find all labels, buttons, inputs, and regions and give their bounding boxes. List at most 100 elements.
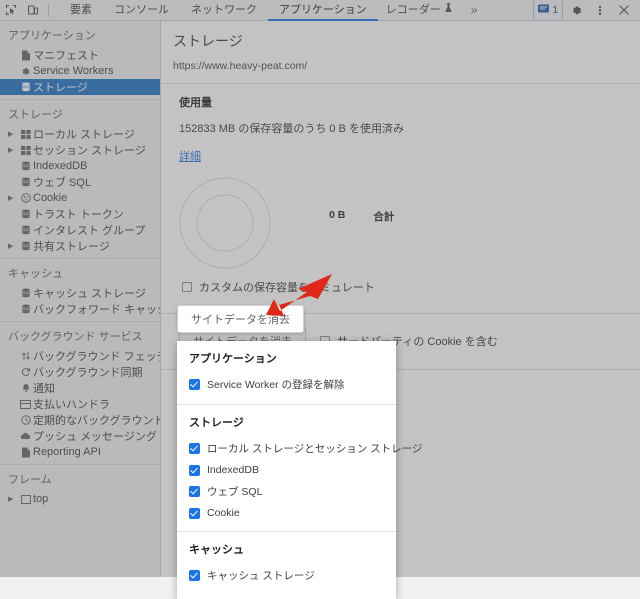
sidebar-item-top-frame[interactable]: ▶ top: [0, 491, 160, 507]
database-icon: [18, 161, 33, 171]
sidebar-item-service-workers[interactable]: Service Workers: [0, 63, 160, 79]
sidebar-item-push-messaging[interactable]: プッシュ メッセージング: [0, 428, 160, 444]
sidebar-item-label: Service Workers: [33, 65, 114, 77]
dropdown-item-cache-storage[interactable]: キャッシュ ストレージ: [177, 564, 396, 587]
section-divider: [161, 83, 640, 84]
sidebar-item-reporting-api[interactable]: Reporting API: [0, 444, 160, 460]
chevron-right-icon[interactable]: ▶: [8, 194, 18, 202]
dropdown-item-label: キャッシュ ストレージ: [207, 570, 315, 582]
tab-elements[interactable]: 要素: [59, 0, 103, 21]
sidebar-item-shared-storage[interactable]: ▶ 共有ストレージ: [0, 238, 160, 254]
sidebar-item-label: 通知: [33, 383, 55, 395]
tab-console[interactable]: コンソール: [103, 0, 180, 21]
database-icon: [18, 241, 33, 251]
dropdown-item-label: IndexedDB: [207, 464, 259, 476]
tab-recorder[interactable]: レコーダー: [378, 0, 461, 21]
checkbox-checked-icon[interactable]: [189, 507, 200, 519]
overflow-tabs-button[interactable]: »: [461, 3, 488, 17]
sidebar-item-manifest[interactable]: マニフェスト: [0, 47, 160, 63]
devtools-window: 要素 コンソール ネットワーク アプリケーション レコーダー » 1 アプリケー…: [0, 0, 640, 599]
sidebar-item-back-forward-cache[interactable]: バックフォワード キャッシュ: [0, 301, 160, 317]
sidebar-item-web-sql[interactable]: ウェブ SQL: [0, 174, 160, 190]
checkbox-checked-icon[interactable]: [189, 570, 200, 581]
chevron-right-icon[interactable]: ▶: [8, 146, 18, 154]
clear-storage-options-dropdown[interactable]: アプリケーション Service Worker の登録を解除 ストレージ ローカ…: [177, 341, 422, 599]
table-icon: [18, 145, 33, 155]
sidebar-item-indexeddb[interactable]: IndexedDB: [0, 158, 160, 174]
sidebar-item-label: バックグラウンド フェッチ: [33, 351, 160, 363]
sidebar-item-label: バックフォワード キャッシュ: [33, 304, 160, 316]
sidebar-item-background-fetch[interactable]: バックグラウンド フェッチ: [0, 348, 160, 364]
clear-site-data-button[interactable]: サイトデータを消去: [177, 305, 304, 333]
sidebar-item-label: トラスト トークン: [33, 209, 124, 221]
sidebar-item-label: バックグラウンド同期: [33, 367, 143, 379]
checkbox-checked-icon[interactable]: [189, 464, 200, 476]
origin-url: https://www.heavy-peat.com/: [173, 60, 308, 72]
sidebar-item-label: IndexedDB: [33, 160, 88, 172]
detail-link[interactable]: 詳細: [179, 148, 201, 164]
usage-heading: 使用量: [179, 97, 212, 109]
kebab-menu-icon[interactable]: [589, 0, 611, 21]
sidebar-item-session-storage[interactable]: ▶ セッション ストレージ: [0, 142, 160, 158]
simulate-custom-quota-checkbox[interactable]: [182, 282, 192, 292]
database-icon: [18, 209, 33, 219]
chevron-right-icon[interactable]: ▶: [8, 130, 18, 138]
checkbox-checked-icon[interactable]: [189, 379, 200, 390]
simulate-custom-quota-row[interactable]: カスタムの保存容量をシミュレート: [182, 279, 640, 295]
donut-legend: 0 B 合計: [329, 209, 394, 224]
checkbox-checked-icon[interactable]: [189, 486, 200, 497]
usage-donut-chart: 0 B 合計: [161, 169, 640, 279]
dropdown-item-unregister-service-worker[interactable]: Service Worker の登録を解除: [177, 373, 396, 396]
panel-tabs: 要素 コンソール ネットワーク アプリケーション レコーダー »: [59, 0, 487, 21]
dropdown-group-cache: キャッシュ キャッシュ ストレージ: [177, 532, 396, 595]
sidebar-item-label: 支払いハンドラ: [33, 399, 110, 411]
chevron-right-icon[interactable]: ▶: [8, 242, 18, 250]
storage-panel-header: ストレージ https://www.heavy-peat.com/: [161, 21, 640, 72]
device-toolbar-icon[interactable]: [22, 0, 44, 21]
chevron-right-icon[interactable]: ▶: [8, 495, 18, 503]
inspect-element-icon[interactable]: [0, 0, 22, 21]
sidebar-item-label: top: [33, 493, 49, 505]
updown-arrow-icon: [18, 351, 33, 361]
sidebar-item-cache-storage[interactable]: キャッシュ ストレージ: [0, 285, 160, 301]
sidebar-section-frames-title: フレーム: [8, 474, 52, 486]
sidebar-item-label: キャッシュ ストレージ: [33, 288, 146, 300]
dropdown-item-indexeddb[interactable]: IndexedDB: [177, 460, 396, 480]
dropdown-item-local-and-session-storage[interactable]: ローカル ストレージとセッション ストレージ: [177, 437, 422, 460]
sidebar-item-notifications[interactable]: 通知: [0, 380, 160, 396]
sidebar-item-label: プッシュ メッセージング: [33, 431, 157, 443]
database-icon: [18, 177, 33, 187]
usage-text: 152833 MB の保存容量のうち 0 B を使用済み: [179, 123, 404, 135]
dropdown-group-storage: ストレージ ローカル ストレージとセッション ストレージ IndexedDB ウ…: [177, 405, 422, 531]
sidebar-item-background-sync[interactable]: バックグラウンド同期: [0, 364, 160, 380]
sidebar-item-periodic-background-sync[interactable]: 定期的なバックグラウンド同: [0, 412, 160, 428]
simulate-custom-quota-label: カスタムの保存容量をシミュレート: [199, 282, 375, 294]
sidebar-section-background-services-title: バックグラウンド サービス: [8, 331, 143, 343]
sidebar-item-payment-handler[interactable]: 支払いハンドラ: [0, 396, 160, 412]
toolbar-right-actions: 1: [533, 0, 640, 21]
dropdown-item-web-sql[interactable]: ウェブ SQL: [177, 480, 396, 503]
database-icon: [18, 82, 33, 92]
dropdown-item-cookie[interactable]: Cookie: [177, 503, 396, 523]
issues-count: 1: [552, 4, 558, 16]
tab-network[interactable]: ネットワーク: [180, 0, 268, 21]
legend-label: 合計: [373, 211, 395, 223]
application-sidebar[interactable]: アプリケーション マニフェスト Service Workers ストレージ スト…: [0, 21, 161, 577]
document-icon: [18, 447, 33, 458]
checkbox-checked-icon[interactable]: [189, 443, 200, 454]
issues-badge[interactable]: 1: [533, 0, 563, 21]
frame-icon: [18, 494, 33, 504]
flask-icon: [444, 0, 453, 21]
sidebar-item-local-storage[interactable]: ▶ ローカル ストレージ: [0, 126, 160, 142]
sidebar-item-trust-tokens[interactable]: トラスト トークン: [0, 206, 160, 222]
sidebar-item-label: セッション ストレージ: [33, 145, 146, 157]
document-icon: [18, 50, 33, 61]
sidebar-item-interest-groups[interactable]: インタレスト グループ: [0, 222, 160, 238]
sidebar-item-cookie[interactable]: ▶ Cookie: [0, 190, 160, 206]
gear-icon[interactable]: [565, 0, 587, 21]
sidebar-item-storage[interactable]: ストレージ: [0, 79, 160, 95]
close-icon[interactable]: [613, 0, 635, 21]
clock-icon: [18, 415, 33, 425]
tab-application[interactable]: アプリケーション: [268, 0, 378, 21]
dropdown-item-label: ローカル ストレージとセッション ストレージ: [207, 443, 423, 455]
